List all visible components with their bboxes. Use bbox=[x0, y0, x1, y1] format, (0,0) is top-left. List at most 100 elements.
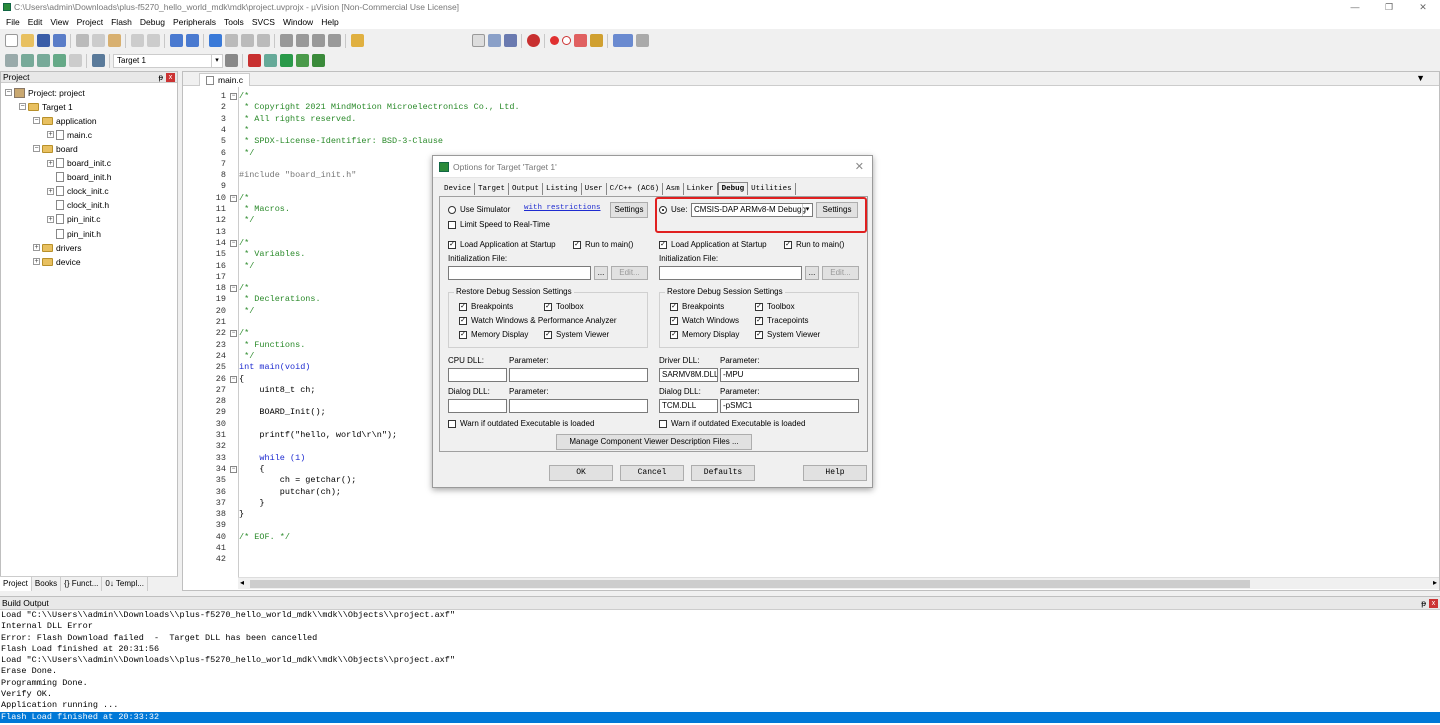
menu-file[interactable]: File bbox=[2, 17, 24, 27]
right-memory-display-checkbox[interactable]: ✓ Memory Display bbox=[670, 330, 739, 339]
tree-item[interactable]: pin_init.h bbox=[47, 227, 101, 240]
open-folder-icon[interactable] bbox=[20, 34, 34, 47]
tree-item[interactable]: + device bbox=[33, 255, 81, 268]
menu-svcs[interactable]: SVCS bbox=[248, 17, 279, 27]
save-icon[interactable] bbox=[36, 34, 50, 47]
left-load-app-checkbox[interactable]: ✓ Load Application at Startup bbox=[448, 240, 556, 249]
tab-target[interactable]: Target bbox=[475, 183, 510, 195]
close-panel-icon[interactable]: x bbox=[1429, 599, 1438, 608]
right-init-file-input[interactable] bbox=[659, 266, 802, 280]
fold-toggle-icon[interactable]: − bbox=[230, 465, 237, 473]
tree-item[interactable]: − Project: project bbox=[5, 86, 85, 99]
translate-icon[interactable] bbox=[4, 54, 18, 67]
fold-toggle-icon[interactable]: − bbox=[230, 375, 237, 383]
left-watch-windows-checkbox[interactable]: ✓ Watch Windows & Performance Analyzer bbox=[459, 316, 617, 325]
cut-icon[interactable] bbox=[75, 34, 89, 47]
left-run-to-main-checkbox[interactable]: ✓ Run to main() bbox=[573, 240, 633, 249]
simulator-settings-button[interactable]: Settings bbox=[610, 202, 648, 218]
tab-debug[interactable]: Debug bbox=[717, 182, 749, 195]
tab-templates[interactable]: 0↓ Templ... bbox=[102, 577, 148, 591]
right-run-to-main-checkbox[interactable]: ✓ Run to main() bbox=[784, 240, 844, 249]
scroll-right-icon[interactable]: ▸ bbox=[1433, 578, 1437, 587]
collapse-icon[interactable]: − bbox=[33, 117, 40, 125]
tab-utilities[interactable]: Utilities bbox=[748, 183, 796, 195]
breakpoint-options-icon[interactable] bbox=[589, 34, 603, 47]
expand-icon[interactable]: + bbox=[47, 159, 54, 167]
right-load-app-checkbox[interactable]: ✓ Load Application at Startup bbox=[659, 240, 767, 249]
left-breakpoints-checkbox[interactable]: ✓ Breakpoints bbox=[459, 302, 513, 311]
tree-item[interactable]: board_init.h bbox=[47, 171, 111, 184]
window-layout-icon[interactable] bbox=[612, 34, 633, 47]
tab-asm[interactable]: Asm bbox=[663, 183, 684, 195]
batch-build-icon[interactable] bbox=[52, 54, 66, 67]
tree-item[interactable]: − Target 1 bbox=[19, 100, 73, 113]
horizontal-scrollbar[interactable]: ◂ ▸ bbox=[238, 577, 1439, 589]
menu-project[interactable]: Project bbox=[73, 17, 107, 27]
close-panel-icon[interactable]: x bbox=[166, 73, 175, 82]
menu-tools[interactable]: Tools bbox=[220, 17, 248, 27]
tree-item[interactable]: + clock_init.c bbox=[47, 185, 109, 198]
nav-back-icon[interactable] bbox=[169, 34, 183, 47]
clear-bookmarks-icon[interactable] bbox=[256, 34, 270, 47]
paste-icon[interactable] bbox=[107, 34, 121, 47]
collapse-icon[interactable]: − bbox=[33, 145, 40, 153]
right-browse-button[interactable]: ... bbox=[805, 266, 819, 280]
undo-icon[interactable] bbox=[130, 34, 144, 47]
tree-item[interactable]: clock_init.h bbox=[47, 199, 109, 212]
tree-item[interactable]: + main.c bbox=[47, 128, 92, 141]
scroll-left-icon[interactable]: ◂ bbox=[240, 578, 244, 587]
fold-toggle-icon[interactable]: − bbox=[230, 194, 237, 202]
fold-toggle-icon[interactable]: − bbox=[230, 239, 237, 247]
disable-breakpoint-icon[interactable] bbox=[561, 36, 571, 45]
collapse-icon[interactable]: − bbox=[19, 103, 26, 111]
build-output-log[interactable]: Load "C:\\Users\\admin\\Downloads\\plus-… bbox=[0, 610, 1440, 723]
scrollbar-thumb[interactable] bbox=[250, 580, 1250, 588]
right-dialog-dll-input[interactable]: TCM.DLL bbox=[659, 399, 718, 413]
pin-icon[interactable]: ᵽ bbox=[159, 72, 163, 83]
nav-forward-icon[interactable] bbox=[185, 34, 199, 47]
target-select[interactable]: Target 1 ▾ bbox=[113, 53, 223, 68]
left-memory-display-checkbox[interactable]: ✓ Memory Display bbox=[459, 330, 528, 339]
left-system-viewer-checkbox[interactable]: ✓ System Viewer bbox=[544, 330, 609, 339]
left-warn-checkbox[interactable]: Warn if outdated Executable is loaded bbox=[448, 419, 594, 428]
menu-peripherals[interactable]: Peripherals bbox=[169, 17, 220, 27]
tab-functions[interactable]: {} Funct... bbox=[61, 577, 103, 591]
expand-icon[interactable]: + bbox=[47, 215, 54, 223]
cancel-button[interactable]: Cancel bbox=[620, 465, 684, 481]
menu-view[interactable]: View bbox=[46, 17, 72, 27]
pin-icon[interactable]: ᵽ bbox=[1421, 597, 1426, 610]
expand-icon[interactable]: + bbox=[33, 258, 40, 266]
menu-edit[interactable]: Edit bbox=[24, 17, 47, 27]
build-icon[interactable] bbox=[20, 54, 34, 67]
comment-icon[interactable] bbox=[311, 34, 325, 47]
debug-session-icon[interactable] bbox=[526, 34, 540, 47]
right-edit-button[interactable]: Edit... bbox=[822, 266, 859, 280]
tree-item[interactable]: + board_init.c bbox=[47, 157, 111, 170]
fold-toggle-icon[interactable]: − bbox=[230, 285, 237, 293]
debugger-driver-select[interactable]: CMSIS-DAP ARMv8-M Debugg ▾ bbox=[691, 203, 813, 217]
manage-rte-icon[interactable] bbox=[263, 54, 277, 67]
bookmark-icon[interactable] bbox=[208, 34, 222, 47]
ok-button[interactable]: OK bbox=[549, 465, 613, 481]
tree-item[interactable]: + drivers bbox=[33, 241, 82, 254]
left-toolbox-checkbox[interactable]: ✓ Toolbox bbox=[544, 302, 584, 311]
rebuild-icon[interactable] bbox=[36, 54, 50, 67]
tab-user[interactable]: User bbox=[582, 183, 607, 195]
menu-debug[interactable]: Debug bbox=[136, 17, 169, 27]
maximize-button[interactable]: ❐ bbox=[1372, 0, 1406, 14]
indent-icon[interactable] bbox=[279, 34, 293, 47]
checkbox-tool-icon[interactable] bbox=[471, 34, 485, 47]
right-warn-checkbox[interactable]: Warn if outdated Executable is loaded bbox=[659, 419, 805, 428]
stop-build-icon[interactable] bbox=[68, 54, 82, 67]
fold-toggle-icon[interactable]: − bbox=[230, 93, 237, 100]
menu-help[interactable]: Help bbox=[317, 17, 342, 27]
right-dialog-param-input[interactable]: -pSMC1 bbox=[720, 399, 859, 413]
left-browse-button[interactable]: ... bbox=[594, 266, 608, 280]
limit-speed-checkbox[interactable]: Limit Speed to Real-Time bbox=[448, 220, 550, 229]
tree-item[interactable]: − board bbox=[33, 142, 78, 155]
cpu-dll-input[interactable] bbox=[448, 368, 507, 382]
new-file-icon[interactable] bbox=[4, 34, 18, 47]
help-button[interactable]: Help bbox=[803, 465, 867, 481]
unindent-icon[interactable] bbox=[295, 34, 309, 47]
pack-installer-icon[interactable] bbox=[295, 54, 309, 67]
